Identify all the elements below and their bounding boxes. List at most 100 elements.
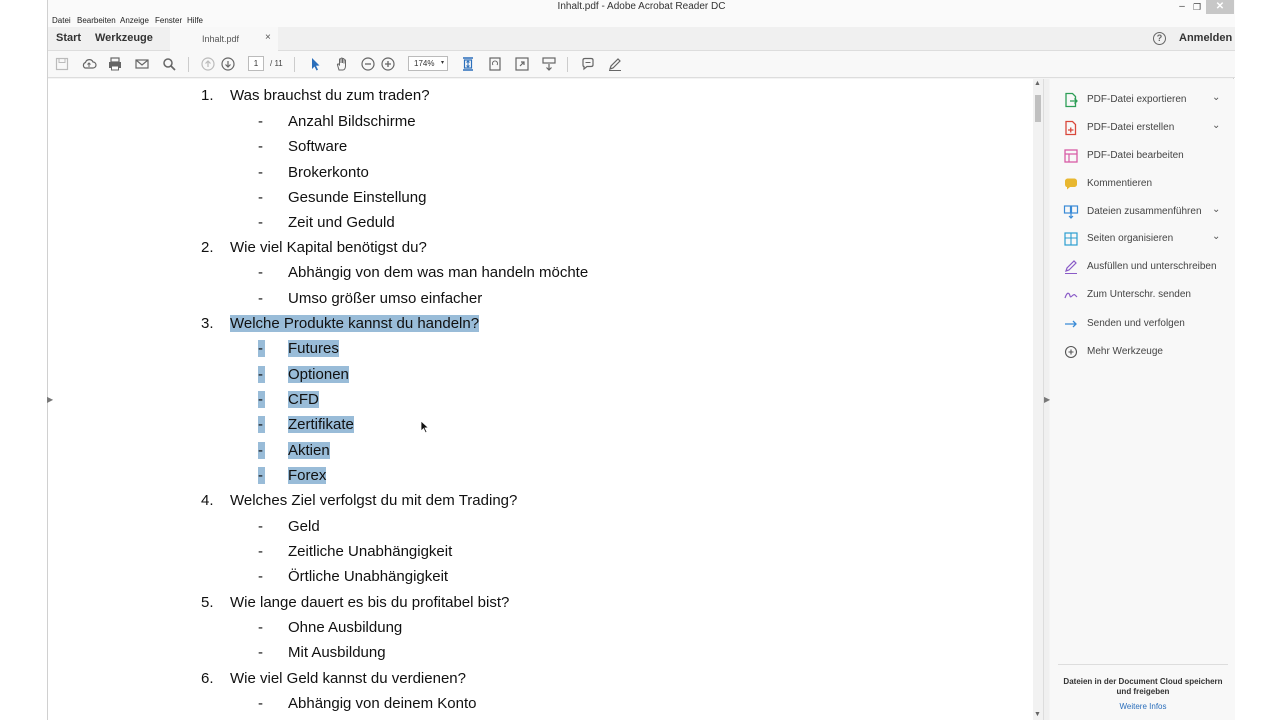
zoom-in-icon[interactable] [379,55,397,73]
page-total: / 11 [270,59,283,68]
document-tab-label: Inhalt.pdf [202,34,240,44]
close-window-button[interactable]: ✕ [1206,0,1234,14]
expand-left-pane-icon[interactable]: ▶ [47,395,53,404]
more-tools-icon [1064,345,1078,359]
pane-splitter[interactable]: ▶ [1043,79,1050,720]
select-cursor-icon[interactable] [306,55,324,73]
scrollbar-thumb[interactable] [1035,95,1041,122]
tool-label: PDF-Datei exportieren [1087,94,1187,105]
highlight-pen-icon[interactable] [606,55,624,73]
menu-bearbeiten[interactable]: Bearbeiten [77,16,116,25]
help-icon[interactable]: ? [1153,32,1166,45]
print-icon[interactable] [106,55,124,73]
minimize-button[interactable]: – [1174,0,1190,14]
list-number: 5. [201,594,214,611]
sub-item: Geld [288,518,320,535]
tab-start[interactable]: Start [56,32,81,44]
tool-comment[interactable]: Kommentieren [1050,173,1235,195]
document-cloud-promo: Dateien in der Document Cloud speichern … [1063,677,1223,696]
sub-item: Gesunde Einstellung [288,189,427,206]
chevron-down-icon[interactable]: ⌄ [1212,204,1220,215]
tool-fill-sign[interactable]: Ausfüllen und unterschreiben [1050,256,1235,278]
sub-item: Örtliche Unabhängigkeit [288,568,449,585]
tool-more-tools[interactable]: Mehr Werkzeuge [1050,341,1235,363]
email-icon[interactable] [133,55,151,73]
chevron-down-icon[interactable]: ⌄ [1212,231,1220,242]
tool-label: Mehr Werkzeuge [1087,346,1163,357]
sub-item: Anzahl Bildschirme [288,113,416,130]
scroll-mode-icon[interactable] [540,55,558,73]
bullet-dash: - [258,264,263,281]
document-tab[interactable]: Inhalt.pdf × [170,27,278,51]
menu-datei[interactable]: Datei [52,16,71,25]
bullet-dash: - [258,214,263,231]
close-tab-icon[interactable]: × [265,32,271,43]
list-item: Wie viel Geld kannst du verdienen? [230,670,466,687]
next-page-icon[interactable] [219,55,237,73]
bullet-dash: - [258,695,263,712]
selected-sub-item: Optionen [288,366,349,383]
bullet-dash: - [258,366,265,383]
chevron-down-icon: ▾ [440,60,444,66]
tool-send-track[interactable]: Senden und verfolgen [1050,313,1235,335]
scroll-up-icon[interactable]: ▲ [1034,80,1041,87]
menu-hilfe[interactable]: Hilfe [187,16,203,25]
tool-label: Ausfüllen und unterschreiben [1087,261,1217,272]
acrobat-window: Inhalt.pdf - Adobe Acrobat Reader DC – ❐… [47,0,1235,720]
more-info-link[interactable]: Weitere Infos [1058,702,1228,711]
toolbar-separator [567,57,568,72]
bullet-dash: - [258,138,263,155]
cloud-upload-icon[interactable] [80,55,98,73]
bullet-dash: - [258,416,265,433]
tool-label: Senden und verfolgen [1087,318,1185,329]
bullet-dash: - [258,164,263,181]
save-icon[interactable] [53,55,71,73]
bullet-dash: - [258,568,263,585]
create-pdf-icon [1065,120,1077,136]
bullet-dash: - [258,290,263,307]
pane-divider [1058,664,1228,665]
chevron-down-icon[interactable]: ⌄ [1212,120,1220,131]
selected-sub-item: Aktien [288,442,330,459]
send-track-icon [1065,320,1077,328]
tool-edit-pdf[interactable]: PDF-Datei bearbeiten [1050,145,1235,167]
sub-item: Software [288,138,348,155]
window-title: Inhalt.pdf - Adobe Acrobat Reader DC [557,1,726,12]
document-page[interactable]: 1. Was brauchst du zum traden? - Anzahl … [48,79,1037,720]
full-screen-icon[interactable] [513,55,531,73]
tool-send-for-signature[interactable]: Zum Unterschr. senden [1050,284,1235,306]
tool-export-pdf[interactable]: PDF-Datei exportieren ⌄ [1050,89,1235,111]
sub-item: Mit Ausbildung [288,644,386,661]
bullet-dash: - [258,543,263,560]
bullet-dash: - [258,189,263,206]
toolbar-separator [188,57,189,72]
restore-button[interactable]: ❐ [1189,0,1205,14]
fit-page-icon[interactable] [459,55,477,73]
selected-sub-item: Futures [288,340,339,357]
list-number: 3. [201,315,214,332]
menu-anzeige[interactable]: Anzeige [120,16,149,25]
list-number: 1. [201,87,214,104]
tool-create-pdf[interactable]: PDF-Datei erstellen ⌄ [1050,117,1235,139]
tool-label: PDF-Datei bearbeiten [1087,150,1184,161]
chevron-down-icon[interactable]: ⌄ [1212,92,1220,103]
rotate-view-icon[interactable] [486,55,504,73]
scroll-down-icon[interactable]: ▼ [1034,711,1041,718]
search-icon[interactable] [160,55,178,73]
tab-werkzeuge[interactable]: Werkzeuge [95,32,153,44]
tool-organize-pages[interactable]: Seiten organisieren ⌄ [1050,228,1235,250]
edit-pdf-icon [1064,149,1078,163]
tool-combine-files[interactable]: Dateien zusammenführen ⌄ [1050,201,1235,223]
menu-fenster[interactable]: Fenster [155,16,182,25]
sign-in-button[interactable]: Anmelden [1179,32,1232,44]
zoom-out-icon[interactable] [359,55,377,73]
previous-page-icon[interactable] [199,55,217,73]
zoom-level-select[interactable]: 174% ▾ [408,56,448,71]
page-number-input[interactable]: 1 [248,56,264,71]
hand-tool-icon[interactable] [333,55,351,73]
bullet-dash: - [258,619,263,636]
sub-item: Zeitliche Unabhängigkeit [288,543,453,560]
comment-icon[interactable] [579,55,597,73]
bullet-dash: - [258,442,265,459]
document-scrollbar[interactable]: ▲ ▼ [1033,79,1043,720]
